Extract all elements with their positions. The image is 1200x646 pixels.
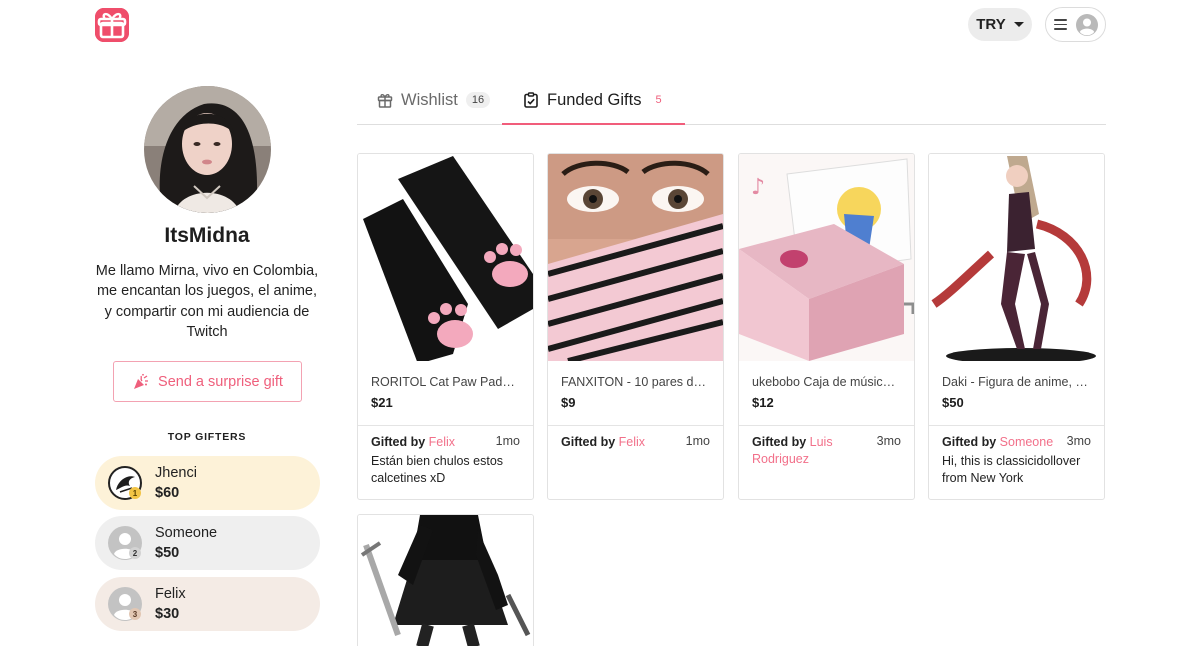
gift-logo-icon	[95, 8, 129, 42]
user-avatar-icon	[1075, 13, 1098, 36]
account-menu-button[interactable]	[1045, 7, 1106, 42]
gifted-by: Gifted by Luis Rodriguez	[752, 434, 867, 468]
gift-title: ukebobo Caja de música de manivela	[752, 375, 902, 389]
gifted-by-label: Gifted by	[752, 435, 807, 449]
gift-time: 1mo	[685, 434, 710, 448]
costume-dress-image	[358, 515, 533, 646]
gift-card[interactable]: FANXITON - 10 pares de pestañas postizas…	[547, 153, 724, 500]
logo[interactable]	[95, 8, 129, 42]
gift-price: $50	[942, 395, 964, 410]
gift-note: Están bien chulos estos calcetines xD	[371, 454, 504, 485]
card-divider	[929, 425, 1104, 426]
tab-wishlist-count: 16	[465, 92, 491, 108]
rank-badge: 1	[129, 487, 141, 499]
gifter-amount: $60	[155, 485, 180, 501]
gift-icon	[377, 94, 393, 108]
gift-card[interactable]: ♪ ukebobo Caja de música de manivela $12…	[738, 153, 915, 500]
gifted-by-label: Gifted by	[371, 435, 426, 449]
gift-title: FANXITON - 10 pares de pestañas postizas	[561, 375, 711, 389]
tab-wishlist-label: Wishlist	[401, 90, 458, 109]
gifter-amount: $30	[155, 606, 180, 622]
hamburger-icon	[1053, 19, 1067, 30]
gifted-by-label: Gifted by	[561, 435, 616, 449]
gifter-amount: $50	[155, 545, 180, 561]
gifter-name: Someone	[155, 525, 218, 541]
product-image: ♪	[739, 154, 914, 361]
gift-note: Hi, this is classicidollover from New Yo…	[942, 454, 1081, 485]
product-image	[929, 154, 1104, 361]
product-image	[548, 154, 723, 361]
card-divider	[739, 425, 914, 426]
gifter-name: Jhenci	[155, 465, 197, 481]
tab-funded-gifts-label: Funded Gifts	[547, 90, 642, 109]
tab-funded-gifts-count: 5	[649, 92, 668, 108]
gifter-link[interactable]: Felix	[429, 435, 455, 449]
gifter-name: Felix	[155, 586, 186, 602]
rank-badge: 3	[129, 608, 141, 620]
profile-photo	[144, 86, 271, 213]
card-divider	[358, 425, 533, 426]
profile-avatar	[144, 86, 271, 213]
currency-label: TRY	[976, 16, 1006, 33]
tabs-divider	[357, 124, 1106, 125]
top-gifter-2[interactable]: 2 Someone $50	[95, 516, 320, 570]
profile-bio: Me llamo Mirna, vivo en Colombia, me enc…	[95, 263, 319, 341]
tab-funded-gifts[interactable]: Funded Gifts 5	[523, 87, 668, 113]
gifted-by: Gifted by Felix	[371, 434, 486, 451]
svg-text:♪: ♪	[751, 175, 765, 200]
gift-card[interactable]	[357, 514, 534, 646]
cat-paw-socks-image	[358, 154, 533, 361]
send-surprise-gift-button[interactable]: Send a surprise gift	[113, 361, 302, 402]
music-box-image: ♪	[739, 154, 914, 361]
gift-card[interactable]: Daki - Figura de anime, modelo de person…	[928, 153, 1105, 500]
caret-down-icon	[1013, 22, 1024, 27]
gifted-by: Gifted by Someone	[942, 434, 1057, 451]
top-gifters-title: TOP GIFTERS	[167, 431, 247, 443]
gifter-link[interactable]: Felix	[619, 435, 645, 449]
active-tab-indicator	[502, 123, 685, 125]
party-popper-icon	[134, 373, 149, 389]
currency-selector[interactable]: TRY	[968, 8, 1032, 41]
gift-time: 3mo	[876, 434, 901, 448]
gift-title: RORITOL Cat Paw Padded Thigh High Socks	[371, 375, 521, 389]
gifted-by: Gifted by Felix	[561, 434, 676, 451]
profile-username: ItsMidna	[164, 224, 250, 247]
gift-time: 1mo	[495, 434, 520, 448]
false-eyelashes-image	[548, 154, 723, 361]
card-divider	[548, 425, 723, 426]
gift-time: 3mo	[1066, 434, 1091, 448]
gifted-by-label: Gifted by	[942, 435, 997, 449]
surprise-gift-label: Send a surprise gift	[158, 373, 283, 390]
anime-figure-image	[929, 154, 1104, 361]
rank-badge: 2	[129, 547, 141, 559]
clipboard-check-icon	[524, 92, 538, 108]
gift-price: $12	[752, 395, 774, 410]
gift-card[interactable]: RORITOL Cat Paw Padded Thigh High Socks …	[357, 153, 534, 500]
top-gifter-3[interactable]: 3 Felix $30	[95, 577, 320, 631]
top-gifter-1[interactable]: 1 Jhenci $60	[95, 456, 320, 510]
gift-title: Daki - Figura de anime, modelo de person…	[942, 375, 1092, 389]
gift-price: $21	[371, 395, 393, 410]
gift-price: $9	[561, 395, 576, 410]
product-image	[358, 515, 533, 646]
product-image	[358, 154, 533, 361]
tab-wishlist[interactable]: Wishlist 16	[377, 87, 491, 113]
gifter-link[interactable]: Someone	[1000, 435, 1054, 449]
